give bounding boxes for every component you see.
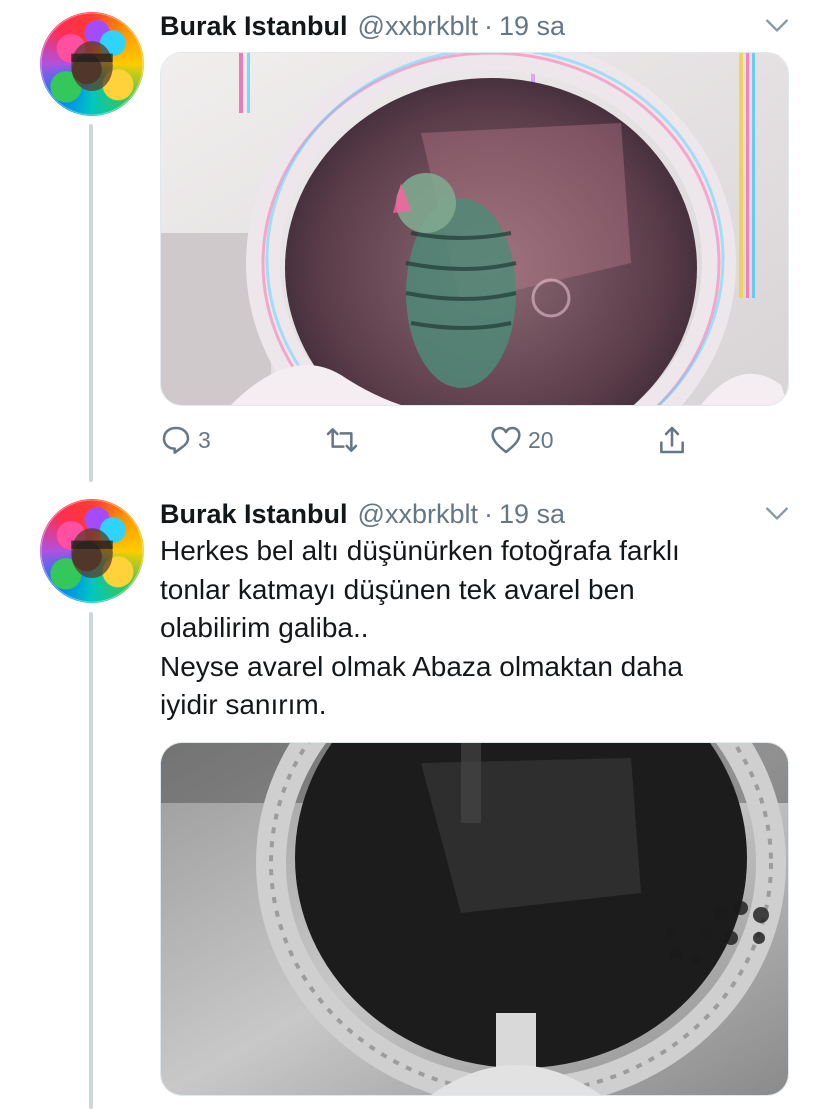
like-action[interactable]: 20 <box>490 420 554 460</box>
tweet-text-line: iyidir sanırım. <box>160 689 327 720</box>
retweet-action[interactable] <box>326 420 364 460</box>
tweet-header: Burak Istanbul @xxbrkblt · 19 sa <box>160 496 565 532</box>
reply-action[interactable]: 3 <box>160 420 211 460</box>
avatar[interactable] <box>40 12 144 116</box>
author-name[interactable]: Burak Istanbul <box>160 11 348 42</box>
like-count: 20 <box>528 426 554 453</box>
tweet-timestamp[interactable]: 19 sa <box>499 499 565 530</box>
avatar[interactable] <box>40 499 144 603</box>
tweet-header: Burak Istanbul @xxbrkblt · 19 sa <box>160 8 565 44</box>
tweet-text-line: Herkes bel altı düşünürken fotoğrafa far… <box>160 535 680 566</box>
tweet-text-line: olabilirim galiba.. <box>160 612 369 643</box>
retweet-icon <box>326 428 358 452</box>
chevron-down-icon[interactable] <box>764 500 790 526</box>
reply-count: 3 <box>198 426 211 453</box>
separator-dot: · <box>483 10 493 41</box>
tweet-text-line: tonlar katmayı düşünen tek avarel ben <box>160 573 635 605</box>
tweet-text: Herkes bel altı düşünürken fotoğrafa far… <box>160 532 780 725</box>
chevron-down-icon[interactable] <box>764 12 790 38</box>
tweet-image-mirror-grayscale[interactable] <box>160 742 789 1096</box>
author-handle[interactable]: @xxbrkblt <box>358 11 478 42</box>
reply-icon <box>162 426 190 454</box>
tweet-image-parakeet-mirror[interactable] <box>160 52 789 406</box>
tweet-actions-bar: 3 20 <box>160 420 720 460</box>
thread-line-lower <box>89 612 93 1109</box>
author-name[interactable]: Burak Istanbul <box>160 499 348 530</box>
heart-icon <box>491 426 521 454</box>
thread-line-upper <box>89 124 93 482</box>
share-icon <box>660 426 684 454</box>
tweet-text-line: Neyse avarel olmak Abaza olmaktan daha <box>160 650 683 682</box>
author-handle[interactable]: @xxbrkblt <box>358 499 478 530</box>
tweet-timestamp[interactable]: 19 sa <box>499 11 565 42</box>
separator-dot: · <box>483 498 493 529</box>
share-action[interactable] <box>656 420 688 460</box>
